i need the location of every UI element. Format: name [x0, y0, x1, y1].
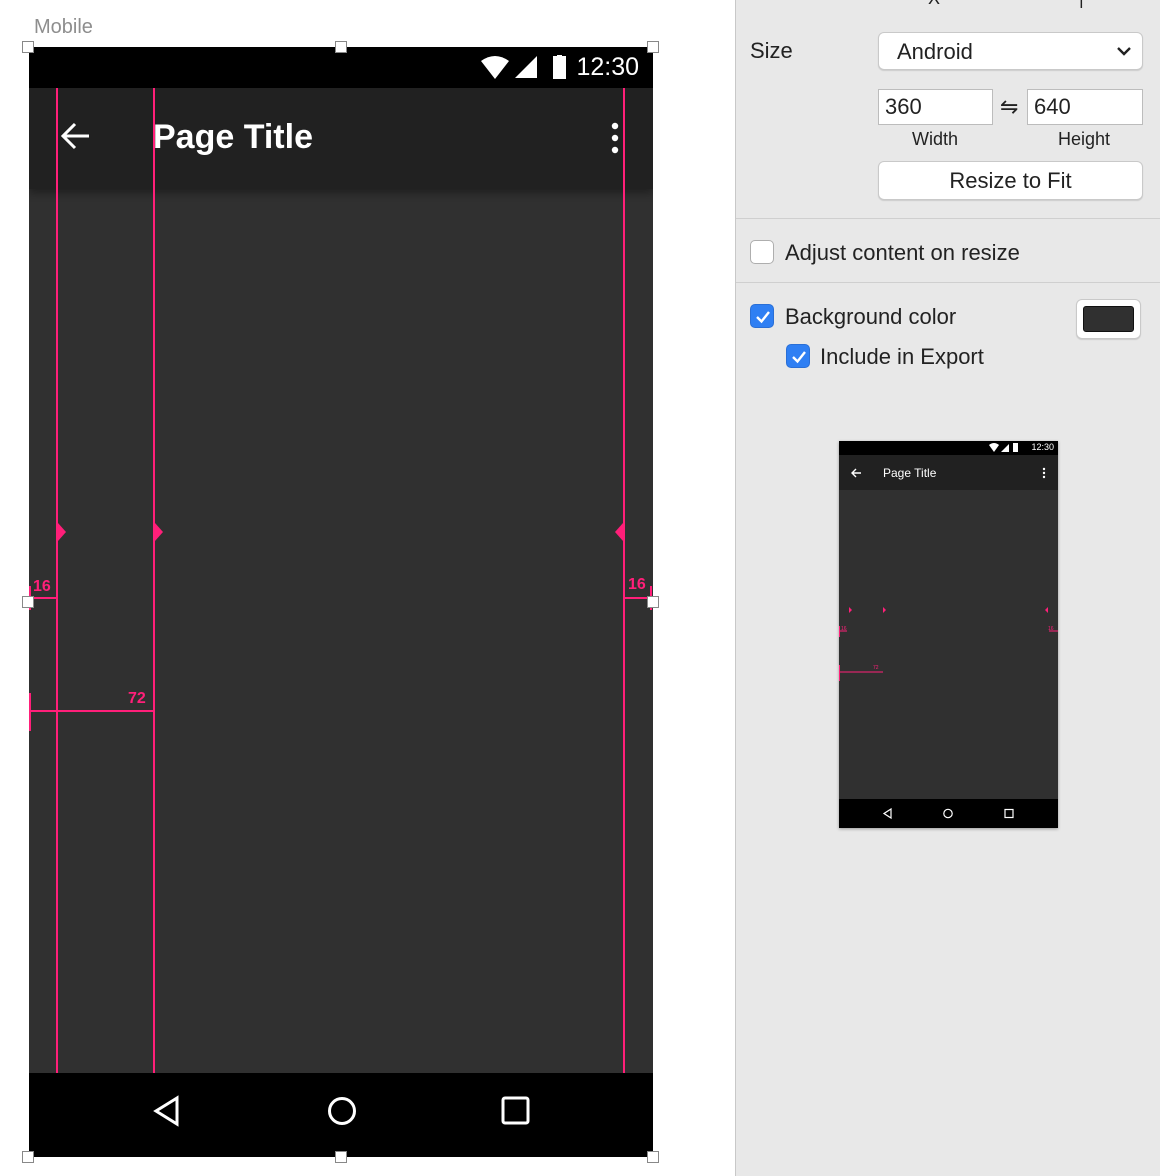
- measurement-guides: [29, 523, 653, 731]
- inspector-panel: X | Size Android ⇋ Width Height Resize t…: [735, 0, 1160, 1176]
- resize-handle-top-right[interactable]: [647, 41, 659, 53]
- artboard-mobile[interactable]: 12:30 Page Title 16 16 72: [29, 47, 653, 1157]
- adjust-content-label[interactable]: Adjust content on resize: [785, 240, 1020, 266]
- resize-to-fit-button[interactable]: Resize to Fit: [878, 161, 1143, 200]
- nav-back-icon[interactable]: [152, 1095, 180, 1132]
- artboard-preview-thumbnail: 12:30 Page Title 16 16 72: [839, 441, 1058, 828]
- y-field-label-clipped: |: [1079, 0, 1084, 9]
- preview-measure-label-content: 72: [873, 665, 879, 671]
- nav-recents-icon[interactable]: [501, 1095, 531, 1130]
- size-preset-value: Android: [897, 39, 973, 64]
- background-color-swatch: [1083, 306, 1134, 332]
- width-label: Width: [911, 129, 958, 149]
- preview-nav-icons: [882, 807, 1014, 820]
- preview-navigation-bar: [839, 799, 1058, 828]
- preview-measure-label-right: 16: [1048, 626, 1054, 632]
- navigation-bar: [29, 1073, 653, 1157]
- chevron-down-icon: [1116, 43, 1132, 64]
- background-color-label[interactable]: Background color: [785, 304, 956, 330]
- artboard-name-label[interactable]: Mobile: [34, 16, 93, 39]
- adjust-content-checkbox[interactable]: [750, 240, 774, 264]
- height-label: Height: [1057, 129, 1111, 149]
- resize-handle-right[interactable]: [647, 596, 659, 608]
- background-color-checkbox[interactable]: [750, 304, 774, 328]
- measure-label-left: 16: [33, 578, 51, 595]
- canvas-area[interactable]: Mobile 12:30 Page Title 16 16 72: [0, 0, 735, 1176]
- include-in-export-checkbox[interactable]: [786, 344, 810, 368]
- size-preset-dropdown[interactable]: Android: [878, 32, 1143, 70]
- divider-1: [736, 218, 1160, 219]
- swap-dimensions-icon[interactable]: ⇋: [1000, 94, 1018, 120]
- resize-handle-left[interactable]: [22, 596, 34, 608]
- preview-measure-label-left: 16: [841, 626, 847, 632]
- width-input[interactable]: [878, 89, 993, 125]
- background-color-well[interactable]: [1076, 299, 1141, 339]
- x-field-label-clipped: X: [928, 0, 940, 9]
- resize-handle-bottom-left[interactable]: [22, 1151, 34, 1163]
- checkmark-icon: [756, 311, 770, 324]
- size-label: Size: [750, 38, 793, 63]
- preview-guides: [839, 607, 1058, 681]
- resize-handle-bottom[interactable]: [335, 1151, 347, 1163]
- resize-handle-top-left[interactable]: [22, 41, 34, 53]
- include-in-export-label[interactable]: Include in Export: [820, 344, 984, 370]
- measure-label-content: 72: [128, 690, 146, 707]
- nav-home-icon[interactable]: [326, 1095, 358, 1132]
- divider-2: [736, 282, 1160, 283]
- height-input[interactable]: [1027, 89, 1143, 125]
- resize-handle-bottom-right[interactable]: [647, 1151, 659, 1163]
- measure-label-right: 16: [628, 576, 646, 593]
- checkmark-icon: [792, 351, 806, 364]
- resize-handle-top[interactable]: [335, 41, 347, 53]
